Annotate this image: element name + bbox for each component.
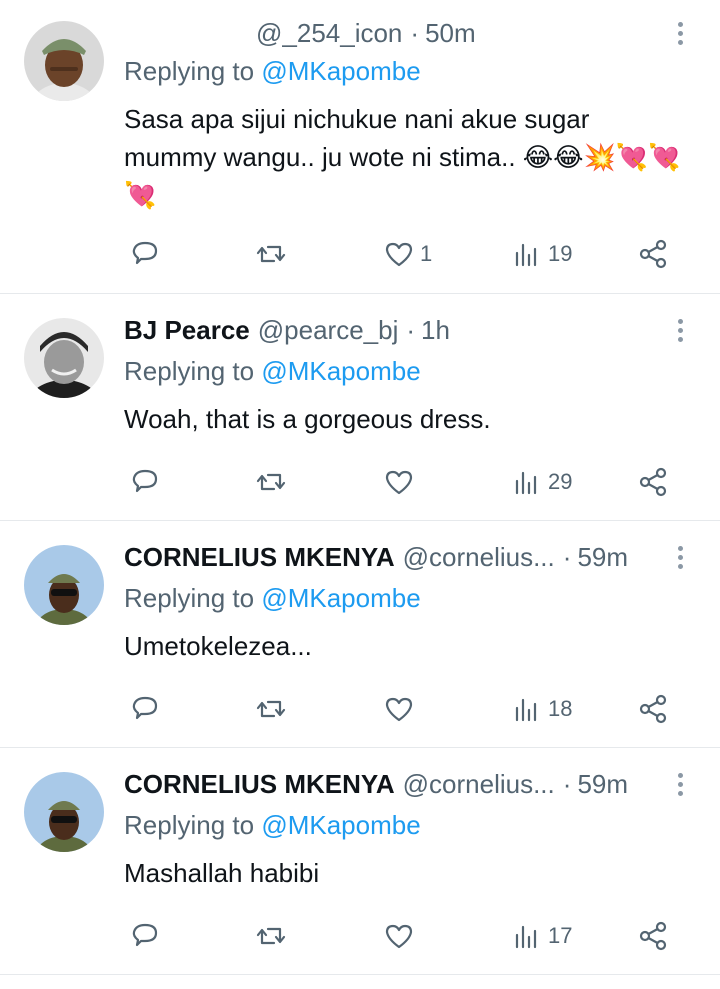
timestamp[interactable]: 50m bbox=[425, 18, 476, 49]
mention-link[interactable]: @MKapombe bbox=[261, 810, 420, 840]
like-button[interactable]: 1 bbox=[382, 232, 432, 276]
tweet-header: @_254_icon · 50m bbox=[256, 16, 660, 50]
separator-dot: · bbox=[410, 17, 420, 48]
views-icon bbox=[515, 243, 537, 267]
replying-label: Replying to bbox=[124, 356, 255, 386]
views-button[interactable]: 18 bbox=[510, 687, 572, 731]
user-handle[interactable]: @_254_icon bbox=[256, 18, 402, 49]
replying-to: Replying to @MKapombe bbox=[124, 810, 421, 841]
share-icon bbox=[639, 467, 667, 497]
separator-dot: · bbox=[562, 768, 572, 799]
display-name[interactable]: CORNELIUS MKENYA bbox=[124, 542, 395, 573]
tweet[interactable]: BJ Pearce @pearce_bj · 1h Replying to @M… bbox=[0, 294, 720, 521]
retweet-icon bbox=[256, 700, 286, 718]
display-name[interactable]: BJ Pearce bbox=[124, 315, 250, 346]
tweet-header: CORNELIUS MKENYA @cornelius... · 59m bbox=[124, 767, 660, 801]
tweet-text: Sasa apa sijui nichukue nani akue sugar … bbox=[124, 104, 681, 210]
views-icon bbox=[515, 698, 537, 722]
views-button[interactable]: 17 bbox=[510, 914, 572, 958]
replying-to: Replying to @MKapombe bbox=[124, 583, 421, 614]
more-icon[interactable] bbox=[670, 767, 690, 801]
tweet-header: BJ Pearce @pearce_bj · 1h bbox=[124, 313, 660, 347]
share-icon bbox=[639, 239, 667, 269]
mention-link[interactable]: @MKapombe bbox=[261, 356, 420, 386]
views-icon bbox=[515, 925, 537, 949]
tweet[interactable]: CORNELIUS MKENYA @cornelius... · 59m Rep… bbox=[0, 748, 720, 975]
avatar[interactable] bbox=[24, 318, 104, 398]
share-button[interactable] bbox=[636, 460, 670, 504]
heart-icon bbox=[385, 242, 413, 267]
user-handle[interactable]: @pearce_bj bbox=[258, 315, 399, 346]
share-icon bbox=[639, 694, 667, 724]
mention-link[interactable]: @MKapombe bbox=[261, 56, 420, 86]
views-button[interactable]: 29 bbox=[510, 460, 572, 504]
like-count: 1 bbox=[420, 241, 433, 266]
action-bar: 18 bbox=[0, 687, 720, 731]
view-count: 29 bbox=[548, 469, 573, 494]
tweet-text: Mashallah habibi bbox=[124, 858, 320, 888]
avatar[interactable] bbox=[24, 545, 104, 625]
replying-to: Replying to @MKapombe bbox=[124, 56, 421, 87]
reply-button[interactable] bbox=[128, 232, 162, 276]
share-button[interactable] bbox=[636, 914, 670, 958]
reply-icon bbox=[132, 923, 158, 947]
replying-label: Replying to bbox=[124, 810, 255, 840]
tweet-text: Umetokelezea... bbox=[124, 631, 312, 661]
timestamp[interactable]: 59m bbox=[577, 542, 628, 573]
reply-icon bbox=[132, 241, 158, 265]
heart-icon bbox=[385, 470, 413, 495]
tweet[interactable]: @_254_icon · 50m Replying to @MKapombe S… bbox=[0, 0, 720, 294]
action-bar: 1 19 bbox=[0, 232, 720, 276]
retweet-icon bbox=[256, 927, 286, 945]
retweet-icon bbox=[256, 245, 286, 263]
heart-icon bbox=[385, 697, 413, 722]
more-icon[interactable] bbox=[670, 313, 690, 347]
replying-to: Replying to @MKapombe bbox=[124, 356, 421, 387]
views-button[interactable]: 19 bbox=[510, 232, 572, 276]
like-button[interactable] bbox=[382, 687, 420, 731]
view-count: 19 bbox=[548, 241, 573, 266]
like-button[interactable] bbox=[382, 460, 420, 504]
retweet-button[interactable] bbox=[254, 232, 288, 276]
view-count: 17 bbox=[548, 923, 573, 948]
separator-dot: · bbox=[406, 314, 416, 345]
retweet-icon bbox=[256, 473, 286, 491]
retweet-button[interactable] bbox=[254, 460, 288, 504]
reply-button[interactable] bbox=[128, 914, 162, 958]
mention-link[interactable]: @MKapombe bbox=[261, 583, 420, 613]
view-count: 18 bbox=[548, 696, 573, 721]
share-button[interactable] bbox=[636, 232, 670, 276]
reply-button[interactable] bbox=[128, 687, 162, 731]
reply-icon bbox=[132, 469, 158, 493]
user-handle[interactable]: @cornelius... bbox=[403, 542, 555, 573]
separator-dot: · bbox=[562, 541, 572, 572]
heart-icon bbox=[385, 924, 413, 949]
action-bar: 29 bbox=[0, 460, 720, 504]
replying-label: Replying to bbox=[124, 56, 255, 86]
like-button[interactable] bbox=[382, 914, 420, 958]
action-bar: 17 bbox=[0, 914, 720, 958]
retweet-button[interactable] bbox=[254, 687, 288, 731]
user-handle[interactable]: @cornelius... bbox=[403, 769, 555, 800]
replying-label: Replying to bbox=[124, 583, 255, 613]
avatar[interactable] bbox=[24, 21, 104, 101]
reply-icon bbox=[132, 696, 158, 720]
tweet-text: Woah, that is a gorgeous dress. bbox=[124, 404, 491, 434]
more-icon[interactable] bbox=[670, 540, 690, 574]
reply-feed: @_254_icon · 50m Replying to @MKapombe S… bbox=[0, 0, 720, 989]
tweet-header: CORNELIUS MKENYA @cornelius... · 59m bbox=[124, 540, 660, 574]
share-button[interactable] bbox=[636, 687, 670, 731]
views-icon bbox=[515, 471, 537, 495]
avatar[interactable] bbox=[24, 772, 104, 852]
more-icon[interactable] bbox=[670, 16, 690, 50]
tweet[interactable]: CORNELIUS MKENYA @cornelius... · 59m Rep… bbox=[0, 521, 720, 748]
timestamp[interactable]: 1h bbox=[421, 315, 450, 346]
display-name[interactable]: CORNELIUS MKENYA bbox=[124, 769, 395, 800]
reply-button[interactable] bbox=[128, 460, 162, 504]
timestamp[interactable]: 59m bbox=[577, 769, 628, 800]
share-icon bbox=[639, 921, 667, 951]
retweet-button[interactable] bbox=[254, 914, 288, 958]
